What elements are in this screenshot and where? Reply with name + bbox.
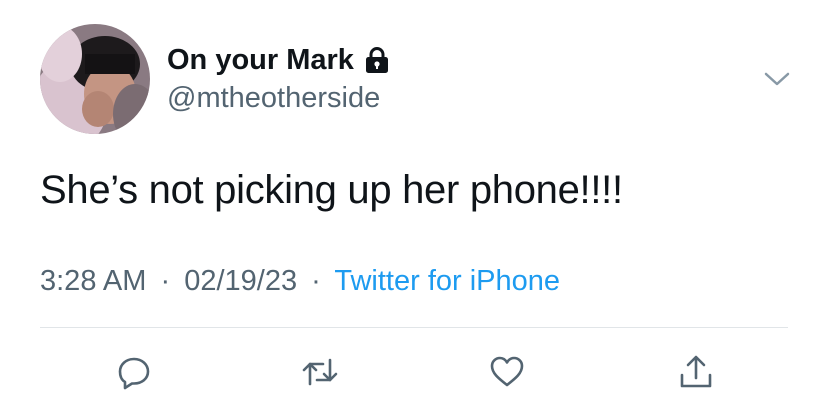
action-bar [0,350,828,394]
share-icon [680,355,712,388]
display-name[interactable]: On your Mark [167,44,354,77]
like-button[interactable] [485,350,529,394]
chevron-down-icon[interactable] [762,64,792,94]
retweet-button[interactable] [298,350,342,394]
retweet-icon [302,358,338,386]
tweet-time[interactable]: 3:28 AM [40,265,146,297]
avatar[interactable] [40,24,150,134]
meta-separator: · [311,265,321,297]
lock-icon [362,45,392,75]
tweet-date[interactable]: 02/19/23 [184,265,297,297]
reply-button[interactable] [112,350,156,394]
tweet-source-link[interactable]: Twitter for iPhone [334,265,560,297]
profile-photo [40,24,150,134]
tweet-meta: 3:28 AM · 02/19/23 · Twitter for iPhone [40,265,560,298]
heart-icon [490,356,524,387]
divider [40,327,788,328]
user-handle[interactable]: @mtheotherside [167,82,380,115]
user-name-row: On your Mark [167,40,392,80]
share-button[interactable] [674,350,718,394]
tweet-text: She’s not picking up her phone!!!! [40,168,623,212]
meta-separator: · [160,265,171,297]
reply-icon [118,357,150,390]
